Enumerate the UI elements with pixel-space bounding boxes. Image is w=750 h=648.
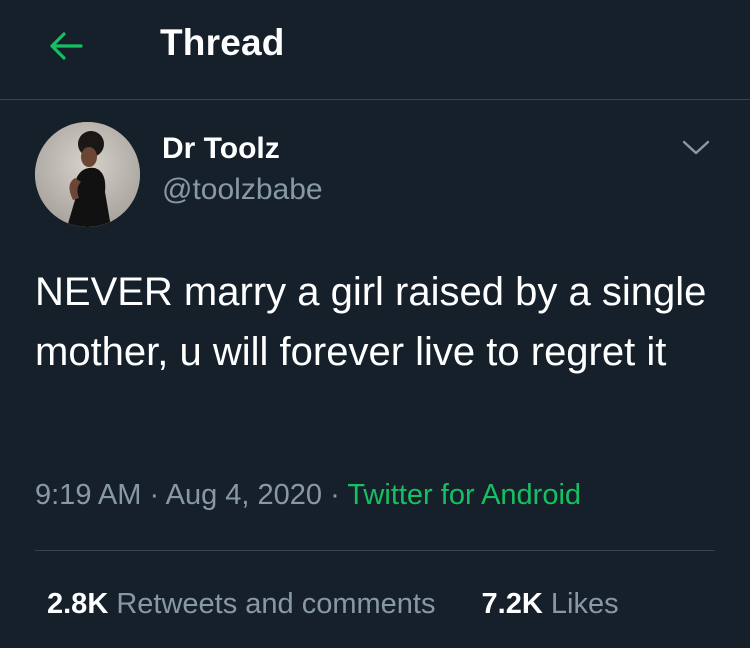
page-title: Thread [160, 22, 285, 63]
retweets-label: Retweets and comments [116, 588, 436, 620]
likes-stat[interactable]: 7.2K Likes [482, 588, 619, 620]
tweet-source-link[interactable]: Twitter for Android [347, 479, 581, 511]
tweet-time: 9:19 AM [35, 479, 142, 511]
author-handle[interactable]: @toolzbabe [162, 173, 323, 207]
meta-separator: · [330, 479, 340, 511]
retweets-count: 2.8K [47, 588, 109, 620]
chevron-down-icon [682, 140, 710, 155]
tweet-text: NEVER marry a girl raised by a single mo… [35, 270, 707, 374]
author-name[interactable]: Dr Toolz [162, 132, 280, 166]
divider [35, 550, 715, 551]
meta-separator: · [149, 479, 160, 511]
tweet-menu-button[interactable] [676, 130, 716, 166]
thread-header: Thread [0, 0, 750, 100]
profile-photo [35, 122, 140, 227]
back-button[interactable] [44, 24, 88, 68]
tweet-meta: 9:19 AM · Aug 4, 2020 · Twitter for Andr… [35, 479, 581, 512]
likes-label: Likes [550, 588, 619, 620]
tweet-stats: 2.8K Retweets and comments 7.2K Likes [47, 588, 619, 621]
retweets-stat[interactable]: 2.8K Retweets and comments [47, 588, 444, 620]
tweet-date: Aug 4, 2020 [165, 479, 323, 511]
arrow-left-icon [50, 32, 83, 60]
likes-count: 7.2K [481, 588, 543, 620]
avatar[interactable] [35, 122, 140, 227]
